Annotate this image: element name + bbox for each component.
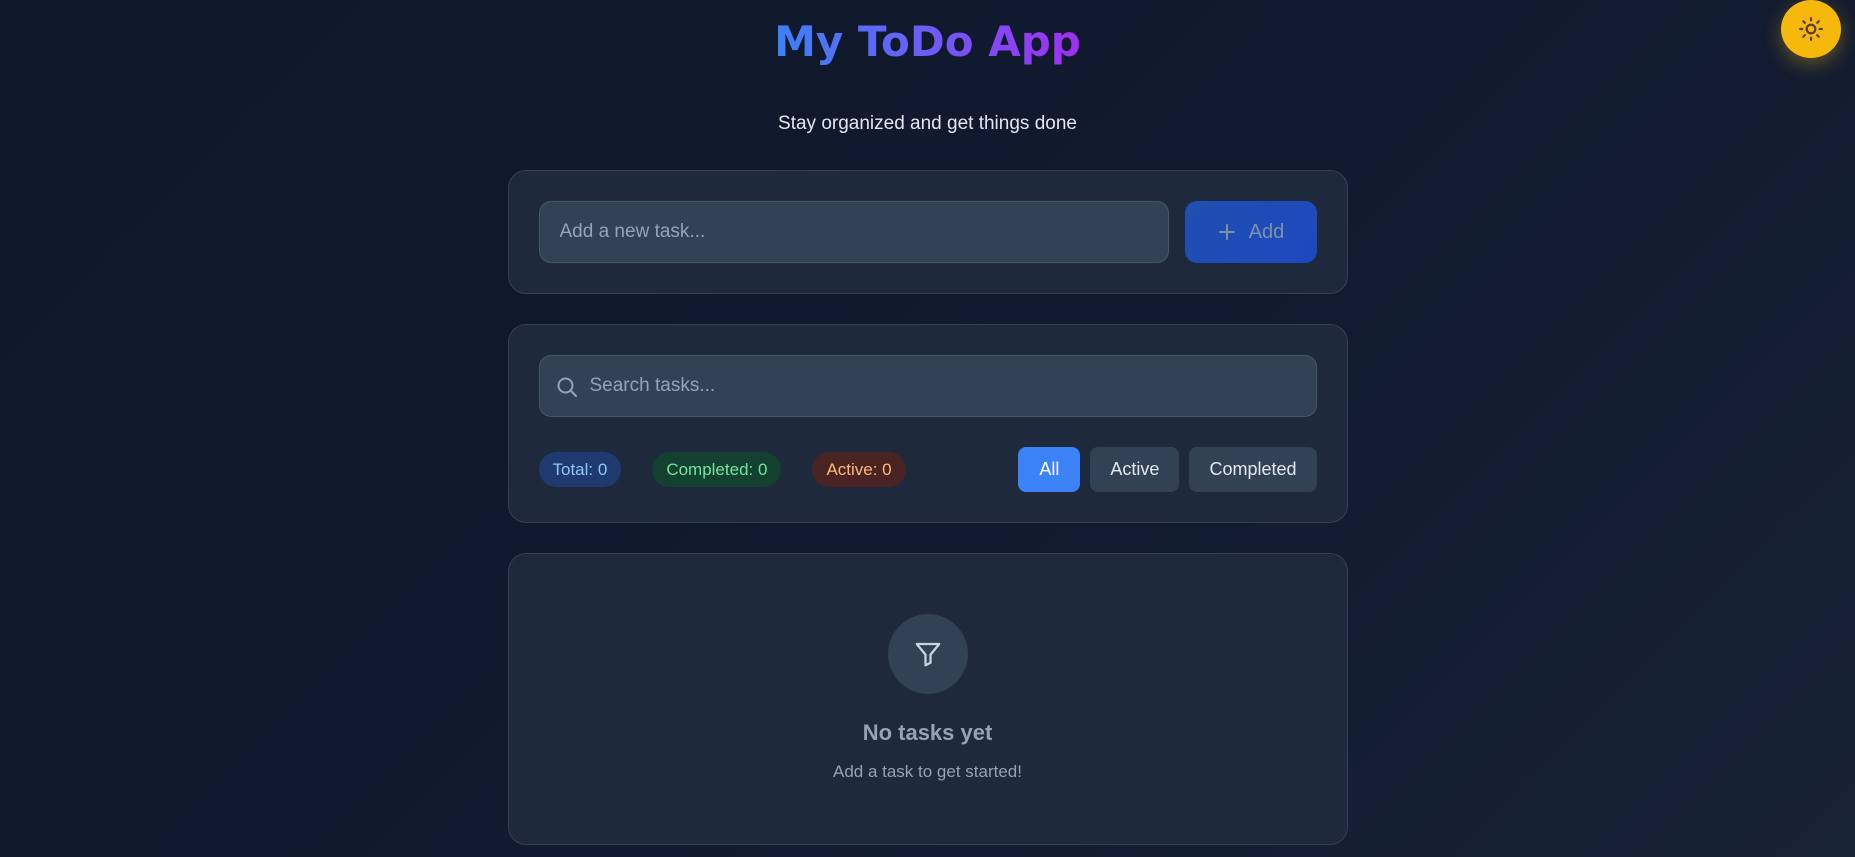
empty-state-title: No tasks yet — [862, 720, 993, 745]
sun-icon — [1799, 17, 1823, 41]
filter-active-button[interactable]: Active — [1090, 447, 1180, 492]
theme-toggle-button[interactable] — [1781, 0, 1841, 58]
search-input[interactable] — [539, 356, 1316, 416]
filter-completed-button[interactable]: Completed — [1189, 447, 1317, 492]
plus-icon — [1217, 222, 1237, 243]
empty-state-icon-circle — [887, 614, 968, 694]
search-filter-card: Total: 0 Completed: 0 Active: 0 All Acti… — [507, 324, 1348, 523]
add-button-label: Add — [1248, 220, 1285, 243]
add-task-button[interactable]: Add — [1184, 201, 1317, 263]
page-title: My ToDo App — [768, 16, 1088, 68]
completed-count-badge: Completed: 0 — [652, 452, 782, 487]
total-count-badge: Total: 0 — [538, 452, 622, 487]
stats-badges: Total: 0 Completed: 0 Active: 0 — [538, 452, 906, 487]
empty-state-subtitle: Add a task to get started! — [832, 762, 1022, 781]
filter-buttons: All Active Completed — [1018, 447, 1317, 492]
add-task-card: Add — [507, 170, 1348, 294]
page-subtitle: Stay organized and get things done — [778, 113, 1077, 134]
filter-all-button[interactable]: All — [1018, 447, 1081, 492]
filter-icon — [915, 642, 940, 667]
active-count-badge: Active: 0 — [812, 452, 906, 487]
app-container: My ToDo App Stay organized and get thing… — [507, 0, 1348, 845]
search-box — [538, 355, 1317, 417]
new-task-input[interactable] — [538, 201, 1169, 263]
task-list-empty-state: No tasks yet Add a task to get started! — [507, 553, 1348, 845]
stats-and-filters: Total: 0 Completed: 0 Active: 0 All Acti… — [538, 447, 1317, 492]
